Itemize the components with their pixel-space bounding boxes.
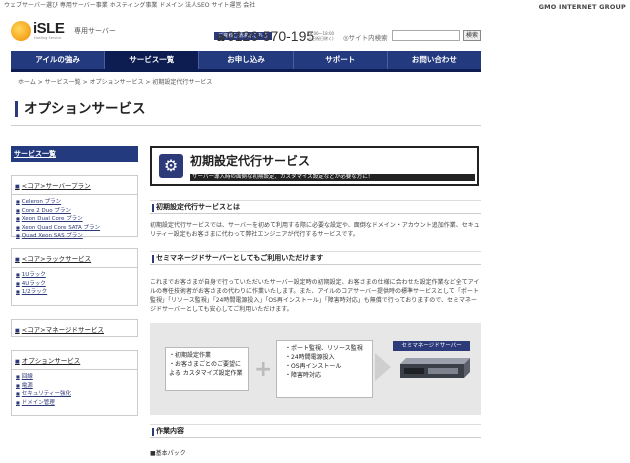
nav-contact[interactable]: お問い合わせ (388, 51, 481, 69)
logo-wordmark: iSLE (33, 20, 65, 37)
server-icon (400, 358, 470, 378)
sidebar-item-celeron[interactable]: Celeron プラン (16, 198, 133, 207)
title-divider (11, 125, 481, 126)
sidebar-option-list: 回線 電源 セキュリティー強化 ドメイン管理 (12, 370, 137, 411)
sidebar-rack-block: <コア>ラックサービス 1Uラック 4Uラック 1/2ラック (11, 248, 138, 306)
sidebar-item-rack-4u[interactable]: 4Uラック (16, 280, 133, 289)
diagram-left-item: 初期設定作業 (169, 351, 245, 360)
diagram-standard-box: ポート監視、リソース監視 24時間電源投入 OS再インストール 障害時対応 (276, 340, 373, 398)
breadcrumb[interactable]: ホーム > サービス一覧 > オプションサービス > 初期設定代行サービス (18, 77, 212, 86)
diagram-right-item: OS再インストール (285, 362, 369, 371)
about-paragraph: 初期設定代行サービスでは、サーバーを初めて利用する際に必要な設定や、面倒なドメイ… (150, 222, 480, 238)
phone-hours: (9:00～18:00 土日祝日除く) (308, 31, 335, 41)
diagram-left-item: お客さまごとのご要望による カスタマイズ設定作業 (169, 360, 245, 378)
service-diagram: 初期設定作業 お客さまごとのご要望による カスタマイズ設定作業 + ポート監視、… (150, 323, 481, 415)
sidebar-rack-heading[interactable]: <コア>ラックサービス (12, 249, 137, 268)
sidebar-item-xeon-dual[interactable]: Xeon Dual Core プラン (16, 215, 133, 224)
sidebar-item-core2duo[interactable]: Core 2 Duo プラン (16, 207, 133, 216)
nav-services[interactable]: サービス一覧 (105, 51, 200, 69)
header-tagline: 専用サーバー (74, 27, 116, 35)
plus-icon: + (254, 357, 273, 382)
phone-number: ☎0120-570-195 (216, 28, 315, 44)
nav-apply[interactable]: お申し込み (199, 51, 294, 69)
search-label: ◎サイト内検索 (343, 34, 388, 42)
section-heading-about: 初期設定代行サービスとは (150, 200, 481, 214)
sidebar-service-list-link[interactable]: サービス一覧 (11, 146, 138, 162)
sidebar-managed-heading[interactable]: <コア>マネージドサービス (12, 320, 137, 338)
site-header: iSLE Hosting Service 専用サーバー ご資料ご請求はこちら ☎… (0, 14, 630, 50)
sidebar-item-line[interactable]: 回線 (16, 373, 133, 382)
top-utility-links[interactable]: ウェブサーバー選び 専用サーバー事業 ホスティング事業 ドメイン 法人SEO サ… (4, 2, 255, 9)
sidebar-plan-heading[interactable]: <コア>サーバープラン (12, 176, 137, 195)
sidebar: サービス一覧 <コア>サーバープラン Celeron プラン Core 2 Du… (11, 146, 138, 416)
isle-logo[interactable]: iSLE Hosting Service (11, 20, 81, 44)
nav-strengths[interactable]: アイルの強み (11, 51, 106, 69)
banner-title: 初期設定代行サービス (190, 154, 311, 168)
sidebar-option-block: オプションサービス 回線 電源 セキュリティー強化 ドメイン管理 (11, 350, 138, 416)
diagram-right-item: 障害時対応 (285, 371, 369, 380)
top-utility-bar: ウェブサーバー選び 専用サーバー事業 ホスティング事業 ドメイン 法人SEO サ… (0, 0, 630, 12)
section-heading-work: 作業内容 (150, 424, 481, 438)
sidebar-rack-list: 1Uラック 4Uラック 1/2ラック (12, 268, 137, 301)
service-banner: ⚙ 初期設定代行サービス サーバー導入時の面倒な初期設定、カスタマイズ設定などが… (150, 146, 479, 186)
basic-pack-heading: ■基本パック (150, 450, 186, 457)
logo-subtext: Hosting Service (34, 36, 62, 40)
page-title: オプションサービス (15, 101, 146, 117)
sidebar-item-domain[interactable]: ドメイン管理 (16, 399, 133, 408)
diagram-setup-box: 初期設定作業 お客さまごとのご要望による カスタマイズ設定作業 (165, 347, 249, 391)
search-button[interactable]: 検索 (463, 30, 481, 41)
diagram-right-item: 24時間電源投入 (285, 353, 369, 362)
sidebar-plan-list: Celeron プラン Core 2 Duo プラン Xeon Dual Cor… (12, 195, 137, 245)
sidebar-item-xeon-quad-sata[interactable]: Xeon Quad Core SATA プラン (16, 224, 133, 233)
arrow-right-icon (375, 353, 391, 381)
nav-support[interactable]: サポート (294, 51, 388, 69)
sidebar-managed-block: <コア>マネージドサービス (11, 319, 138, 337)
sidebar-item-power[interactable]: 電源 (16, 382, 133, 391)
global-nav: アイルの強み サービス一覧 お申し込み サポート お問い合わせ (11, 51, 481, 69)
section-heading-semi-managed: セミマネージドサーバーとしてもご利用いただけます (150, 251, 481, 265)
diagram-right-item: ポート監視、リソース監視 (285, 344, 369, 353)
gear-icon: ⚙ (159, 154, 183, 178)
logo-mark-icon (11, 21, 31, 41)
sidebar-item-quad-xeon-sas[interactable]: Quad Xeon SAS プラン (16, 232, 133, 241)
gmo-group-logo[interactable]: GMO INTERNET GROUP (539, 3, 626, 11)
sidebar-item-security[interactable]: セキュリティー強化 (16, 390, 133, 399)
phone-icon: ☎ (216, 34, 226, 43)
site-search-input[interactable] (392, 30, 460, 41)
sidebar-plan-block: <コア>サーバープラン Celeron プラン Core 2 Duo プラン X… (11, 175, 138, 239)
semi-managed-server-label: セミマネージドサーバー (393, 341, 470, 351)
sidebar-item-rack-1u[interactable]: 1Uラック (16, 271, 133, 280)
banner-subtitle: サーバー導入時の面倒な初期設定、カスタマイズ設定などが必要な方に！ (190, 174, 475, 181)
sidebar-item-rack-half[interactable]: 1/2ラック (16, 288, 133, 297)
sidebar-option-heading[interactable]: オプションサービス (12, 351, 137, 370)
semi-managed-paragraph: これまでお客さまが自身で行っていただいたサーバー設定時の初期設定、お客さまの仕様… (150, 279, 480, 313)
nav-subbar (11, 69, 481, 72)
